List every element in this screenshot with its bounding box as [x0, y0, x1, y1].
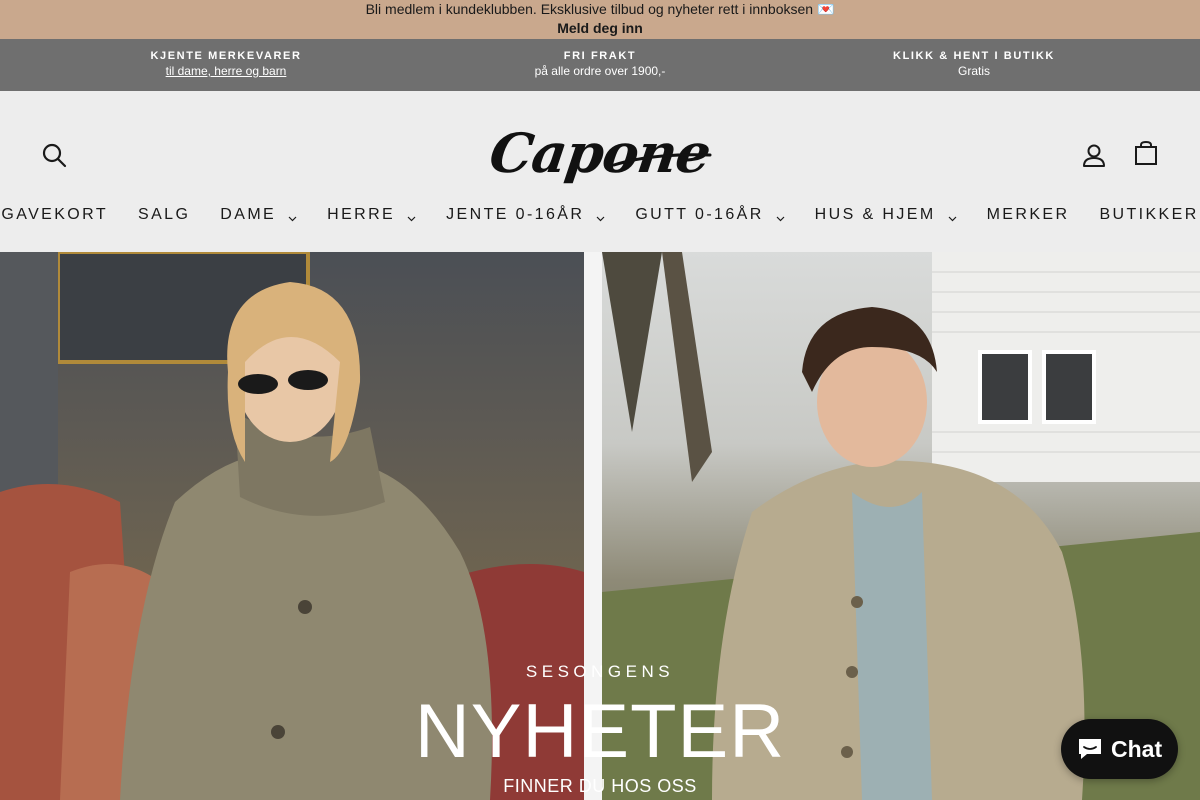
chat-bubble-icon	[1079, 739, 1101, 759]
nav-item-label: HUS & HJEM	[814, 206, 936, 223]
cart-icon[interactable]	[1132, 139, 1160, 167]
hero-subtitle: FINNER DU HOS OSS	[503, 776, 697, 796]
nav-item-label: HERRE	[327, 206, 396, 223]
usp-title: KLIKK & HENT I BUTIKK	[893, 50, 1055, 62]
announcement-bar: Bli medlem i kundeklubben. Eksklusive ti…	[0, 0, 1200, 39]
search-icon[interactable]	[40, 141, 68, 169]
chevron-down-icon	[596, 210, 605, 221]
chevron-down-icon	[948, 210, 957, 221]
account-icon[interactable]	[1080, 141, 1108, 169]
usp-brands-link[interactable]: til dame, herre og barn	[0, 63, 452, 80]
nav-item-label: JENTE 0-16ÅR	[446, 206, 585, 223]
announcement-signup-link[interactable]: Meld deg inn	[0, 19, 1200, 38]
main-navigation: GAVEKORT SALG DAME HERRE JENTE 0-16ÅR GU…	[0, 201, 1200, 229]
nav-item-label: BUTIKKER	[1099, 206, 1199, 223]
nav-item-salg[interactable]: SALG	[138, 206, 190, 224]
nav-item-label: GUTT 0-16ÅR	[635, 206, 764, 223]
usp-brands: KJENTE MERKEVARER til dame, herre og bar…	[0, 39, 452, 91]
usp-subtitle: på alle ordre over 1900,-	[534, 64, 666, 78]
nav-item-jente[interactable]: JENTE 0-16ÅR	[446, 206, 605, 224]
usp-shipping: FRI FRAKT på alle ordre over 1900,-	[452, 39, 748, 91]
usp-click-collect: KLIKK & HENT I BUTIKK Gratis	[748, 39, 1200, 91]
nav-item-hus-hjem[interactable]: HUS & HJEM	[815, 206, 957, 224]
chat-label: Chat	[1111, 735, 1163, 762]
nav-item-butikker[interactable]: BUTIKKER	[1099, 206, 1198, 224]
nav-item-herre[interactable]: HERRE	[327, 206, 416, 224]
nav-item-label: DAME	[220, 206, 277, 223]
hero-title: NYHETER	[414, 689, 786, 774]
chat-button[interactable]: Chat	[1061, 719, 1178, 779]
hero-banner[interactable]: SESONGENS NYHETER FINNER DU HOS OSS	[0, 252, 1200, 800]
logo-swoosh	[612, 153, 712, 167]
chevron-down-icon	[407, 210, 416, 221]
nav-item-merker[interactable]: MERKER	[987, 206, 1070, 224]
nav-item-gavekort[interactable]: GAVEKORT	[1, 206, 108, 224]
nav-item-label: GAVEKORT	[1, 206, 108, 223]
chevron-down-icon	[776, 210, 785, 221]
announcement-text: Bli medlem i kundeklubben. Eksklusive ti…	[365, 1, 835, 17]
nav-item-gutt[interactable]: GUTT 0-16ÅR	[635, 206, 785, 224]
nav-item-label: SALG	[138, 206, 191, 223]
hero-eyebrow: SESONGENS	[525, 662, 675, 681]
nav-item-label: MERKER	[986, 206, 1070, 223]
chevron-down-icon	[288, 210, 297, 221]
site-header: Capone GAVEKORT SALG DAME HERRE JENTE 0-…	[0, 91, 1200, 252]
usp-subtitle: Gratis	[957, 64, 990, 78]
nav-item-dame[interactable]: DAME	[220, 206, 297, 224]
usp-title: FRI FRAKT	[563, 50, 637, 62]
usp-bar: KJENTE MERKEVARER til dame, herre og bar…	[0, 39, 1200, 91]
usp-title: KJENTE MERKEVARER	[150, 50, 302, 62]
